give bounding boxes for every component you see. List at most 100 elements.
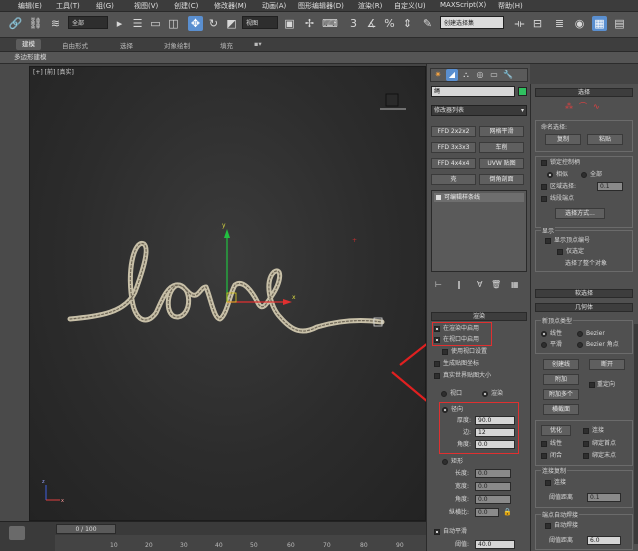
select-scale-icon[interactable]: ◩: [224, 16, 239, 31]
link-icon[interactable]: 🔗: [8, 16, 23, 31]
ribbon-tab-populate[interactable]: 填充: [220, 40, 233, 50]
only-selected-checkbox[interactable]: [557, 249, 563, 255]
bind-spacewarp-icon[interactable]: ≋: [48, 16, 63, 31]
pivot-center-icon[interactable]: ▣: [282, 16, 297, 31]
select-move-icon[interactable]: ✥: [188, 16, 203, 31]
mod-btn-bevel-profile[interactable]: 倒角剖面: [479, 174, 524, 185]
bind-last-checkbox[interactable]: [583, 453, 589, 459]
modifier-list-dropdown[interactable]: 修改器列表 ▾: [431, 105, 527, 116]
object-name-field[interactable]: 绳: [431, 86, 515, 97]
radial-radio[interactable]: [442, 407, 448, 413]
segment-icon[interactable]: ⌒: [579, 102, 587, 111]
keyboard-shortcut-icon[interactable]: ⌨: [322, 16, 338, 31]
ribbon-tab-selection[interactable]: 选择: [120, 40, 133, 50]
menu-help[interactable]: 帮助(H): [498, 1, 523, 11]
motion-tab-icon[interactable]: ◎: [474, 69, 486, 81]
time-slider[interactable]: 0 / 100: [56, 524, 116, 534]
lock-aspect-icon[interactable]: 🔒: [503, 508, 512, 517]
unlink-icon[interactable]: ⛓: [28, 16, 43, 31]
thickness-spinner[interactable]: 90.0: [475, 416, 515, 425]
angle-spinner[interactable]: 0.0: [475, 440, 515, 449]
ref-coord-dropdown[interactable]: 视图: [242, 16, 278, 29]
width-spinner[interactable]: 0.0: [475, 482, 511, 491]
mod-btn-meshsmooth[interactable]: 网格平滑: [479, 126, 524, 137]
stack-item-editable-spline[interactable]: 可编辑样条线: [434, 193, 524, 202]
object-color-swatch[interactable]: [518, 87, 527, 96]
select-object-icon[interactable]: ▸: [112, 16, 127, 31]
configure-sets-icon[interactable]: ▦: [511, 280, 519, 289]
mirror-icon[interactable]: ⟛: [512, 16, 527, 31]
show-end-result-icon[interactable]: ‖: [457, 280, 461, 289]
stack-expand-icon[interactable]: [436, 195, 441, 200]
selection-filter-dropdown[interactable]: 全部: [68, 16, 108, 29]
hierarchy-tab-icon[interactable]: ⛬: [460, 69, 472, 81]
layer-manager-icon[interactable]: ≣: [552, 16, 567, 31]
refine-button[interactable]: 优化: [541, 425, 571, 436]
render-setup-icon[interactable]: ▦: [592, 16, 607, 31]
segment-end-checkbox[interactable]: [541, 196, 547, 202]
mod-btn-ffd333[interactable]: FFD 3x3x3: [431, 142, 476, 153]
named-selection-dropdown[interactable]: 创建选择集: [440, 16, 504, 29]
rectangular-radio[interactable]: [442, 459, 448, 465]
menu-tools[interactable]: 工具(T): [56, 1, 80, 11]
all-radio[interactable]: [581, 172, 587, 178]
menu-group[interactable]: 组(G): [96, 1, 114, 11]
auto-smooth-checkbox[interactable]: [434, 529, 440, 535]
closed-checkbox[interactable]: [541, 453, 547, 459]
menu-view[interactable]: 视图(V): [134, 1, 158, 11]
ribbon-tab-object-paint[interactable]: 对象绘制: [164, 40, 190, 50]
select-by-name-icon[interactable]: ☰: [130, 16, 145, 31]
use-viewport-settings-checkbox[interactable]: [442, 349, 448, 355]
show-vertex-numbers-checkbox[interactable]: [545, 238, 551, 244]
attach-button[interactable]: 附加: [543, 374, 579, 385]
selection-rollout-header[interactable]: 选择: [535, 88, 633, 97]
front-viewport[interactable]: [+] [前] [真实] y x + z x: [29, 66, 427, 521]
menu-maxscript[interactable]: MAXScript(X): [440, 1, 486, 9]
linear-checkbox[interactable]: [541, 441, 547, 447]
make-unique-icon[interactable]: ∀: [477, 280, 482, 289]
remove-modifier-icon[interactable]: 🗑: [491, 280, 501, 289]
align-icon[interactable]: ⊟: [530, 16, 545, 31]
percent-snap-icon[interactable]: %: [382, 16, 397, 31]
select-by-button[interactable]: 选择方式...: [555, 208, 605, 219]
cross-section-button[interactable]: 横截面: [543, 404, 579, 415]
geometry-rollout[interactable]: 几何体: [535, 303, 633, 312]
paste-button[interactable]: 粘贴: [587, 134, 623, 145]
connect-checkbox[interactable]: [583, 428, 589, 434]
snap-toggle-icon[interactable]: 3: [346, 16, 361, 31]
mod-btn-shell[interactable]: 壳: [431, 174, 476, 185]
aspect-spinner[interactable]: 0.0: [475, 508, 499, 517]
render-frame-icon[interactable]: ▤: [612, 16, 627, 31]
mod-btn-uvw-map[interactable]: UVW 贴图: [479, 158, 524, 169]
create-tab-icon[interactable]: ✷: [432, 69, 444, 81]
angle-snap-icon[interactable]: ∡: [364, 16, 379, 31]
render-radio[interactable]: [482, 391, 488, 397]
render-rollout-header[interactable]: 渲染: [431, 312, 527, 321]
smooth-radio[interactable]: [541, 342, 547, 348]
sides-spinner[interactable]: 12: [475, 428, 515, 437]
menu-rendering[interactable]: 渲染(R): [358, 1, 382, 11]
vertex-icon[interactable]: ⁂: [565, 102, 573, 111]
spinner-snap-icon[interactable]: ⇕: [400, 16, 415, 31]
modify-tab-icon[interactable]: ◢: [446, 69, 458, 81]
utilities-tab-icon[interactable]: 🔧: [502, 69, 514, 81]
lock-handles-checkbox[interactable]: [541, 160, 547, 166]
mini-curve-editor-icon[interactable]: [9, 526, 25, 540]
break-button[interactable]: 断开: [589, 359, 625, 370]
mod-btn-ffd222[interactable]: FFD 2x2x2: [431, 126, 476, 137]
edit-named-sel-icon[interactable]: ✎: [420, 16, 435, 31]
select-rotate-icon[interactable]: ↻: [206, 16, 221, 31]
menu-animation[interactable]: 动画(A): [262, 1, 286, 11]
menu-graph-editors[interactable]: 图形编辑器(D): [298, 1, 344, 11]
threshold-spinner[interactable]: 40.0: [475, 540, 515, 549]
display-tab-icon[interactable]: ▭: [488, 69, 500, 81]
connect-copy-checkbox[interactable]: [545, 480, 551, 486]
viewport-radio[interactable]: [441, 391, 447, 397]
material-editor-icon[interactable]: ◉: [572, 16, 587, 31]
mod-btn-lathe[interactable]: 车削: [479, 142, 524, 153]
pin-stack-icon[interactable]: ⊢: [435, 280, 442, 289]
spline-icon[interactable]: ∿: [593, 102, 600, 111]
copy-button[interactable]: 复制: [545, 134, 581, 145]
area-select-checkbox[interactable]: [541, 184, 547, 190]
menu-modifiers[interactable]: 修改器(M): [214, 1, 247, 11]
